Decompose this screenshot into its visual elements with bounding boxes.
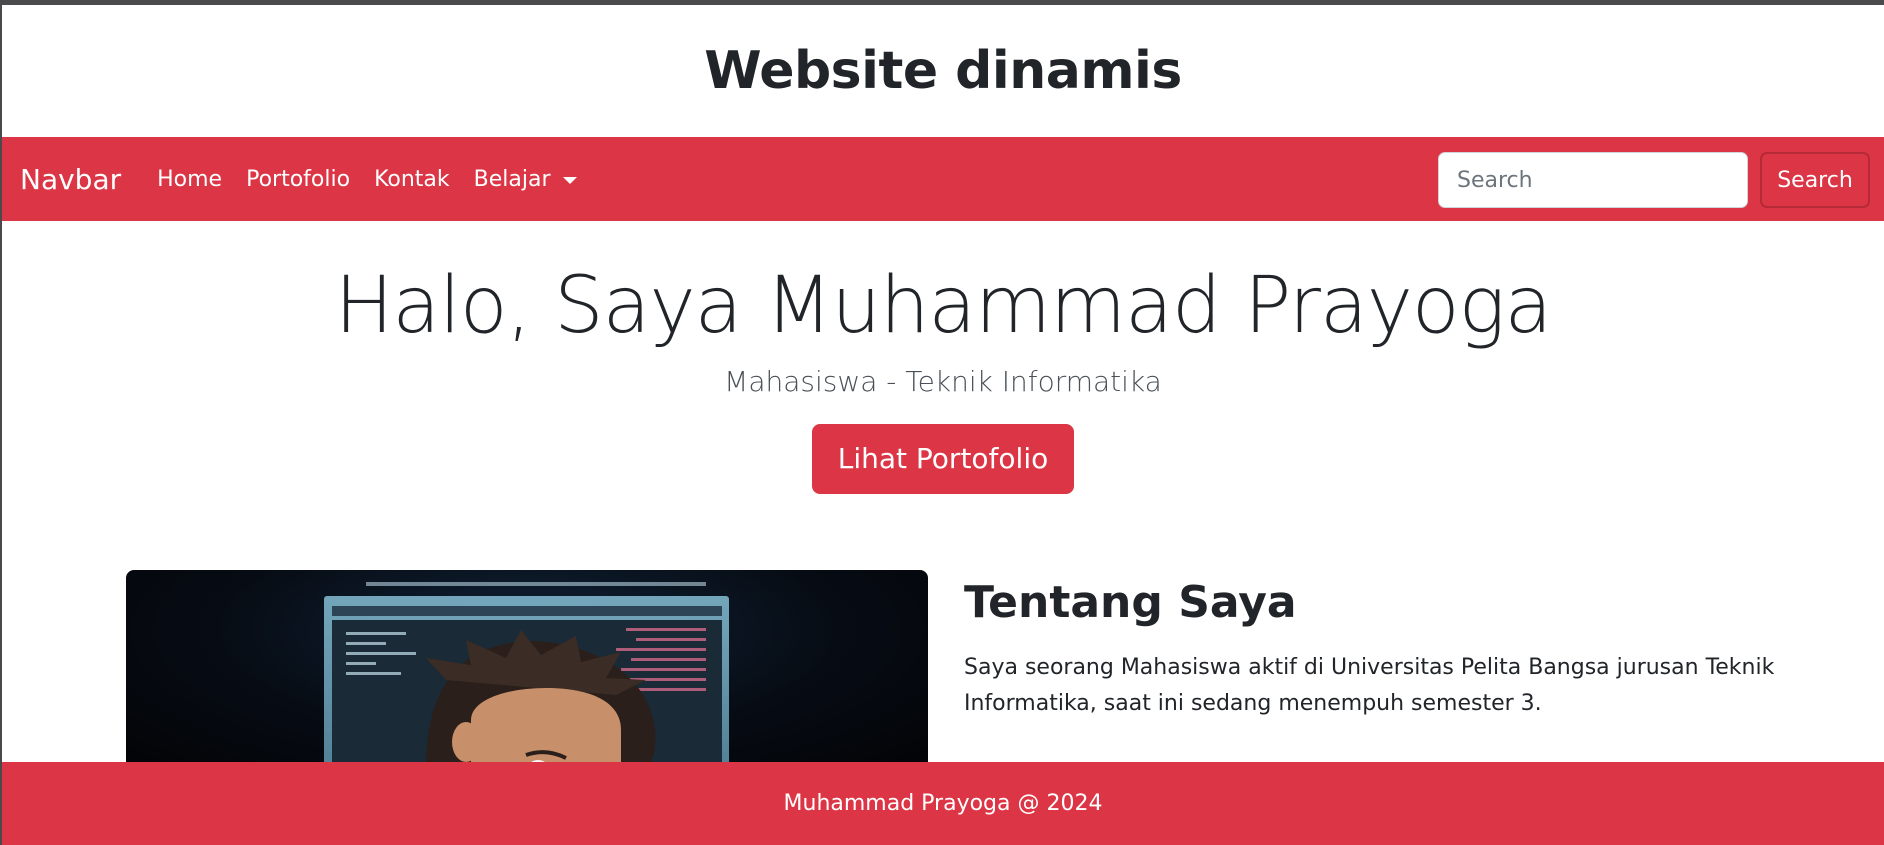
site-header: Website dinamis — [2, 5, 1884, 137]
nav-links: Home Portofolio Kontak Belajar — [157, 167, 600, 192]
nav-dropdown-belajar[interactable]: Belajar — [474, 167, 577, 192]
about-title: Tentang Saya — [964, 577, 1297, 628]
search-button[interactable]: Search — [1760, 152, 1870, 208]
navbar: Navbar Home Portofolio Kontak Belajar Se… — [2, 137, 1884, 221]
nav-link-kontak[interactable]: Kontak — [374, 167, 450, 192]
site-title: Website dinamis — [704, 41, 1182, 101]
page: Website dinamis Navbar Home Portofolio K… — [2, 5, 1884, 845]
nav-link-portofolio[interactable]: Portofolio — [246, 167, 350, 192]
footer: Muhammad Prayoga @ 2024 — [2, 762, 1884, 845]
coder-illustration — [324, 582, 729, 770]
nav-dropdown-label: Belajar — [473, 166, 551, 192]
about-section: Tentang Saya Saya seorang Mahasiswa akti… — [964, 577, 1784, 722]
hero-subtitle: Mahasiswa - Teknik Informatika — [724, 365, 1162, 398]
search-form: Search — [1438, 152, 1870, 208]
search-input[interactable] — [1438, 152, 1748, 208]
hero: Halo, Saya Muhammad Prayoga Mahasiswa - … — [2, 221, 1884, 494]
view-portfolio-button[interactable]: Lihat Portofolio — [811, 424, 1075, 494]
footer-text: Muhammad Prayoga @ 2024 — [783, 791, 1103, 816]
nav-link-home[interactable]: Home — [157, 167, 222, 192]
about-image — [126, 570, 928, 770]
navbar-brand[interactable]: Navbar — [20, 163, 121, 196]
about-description: Saya seorang Mahasiswa aktif di Universi… — [964, 655, 1775, 716]
caret-down-icon — [562, 176, 577, 184]
hero-title: Halo, Saya Muhammad Prayoga — [334, 261, 1553, 351]
